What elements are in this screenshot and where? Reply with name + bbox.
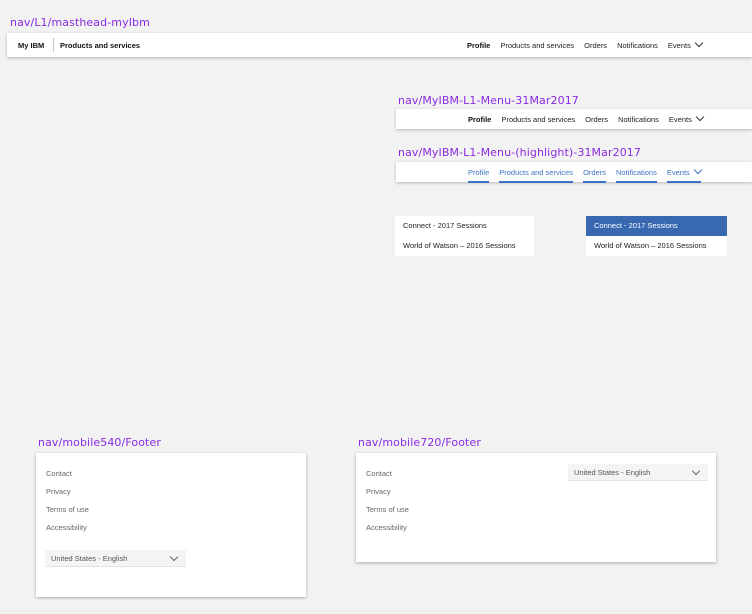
- footer-link-contact[interactable]: Contact: [366, 469, 392, 478]
- menu-item-products[interactable]: Products and services: [501, 115, 575, 124]
- l1-menu-highlight: Profile Products and services Orders Not…: [396, 162, 752, 183]
- footer-link-contact[interactable]: Contact: [46, 469, 72, 478]
- menu-item-events[interactable]: Events: [666, 165, 703, 183]
- footer540-caption: nav/mobile540/Footer: [38, 436, 161, 449]
- language-select-value: United States - English: [51, 554, 128, 563]
- dropdown-item-watson[interactable]: World of Watson – 2016 Sessions: [395, 236, 534, 256]
- menu-item-profile[interactable]: Profile: [467, 41, 490, 50]
- brand-divider: [53, 38, 54, 52]
- footer-link-privacy[interactable]: Privacy: [366, 487, 391, 496]
- chevron-down-icon: [695, 112, 705, 121]
- masthead-caption: nav/L1/masthead-myIbm: [10, 16, 150, 29]
- footer-link-terms[interactable]: Terms of use: [46, 505, 89, 514]
- language-select[interactable]: United States - English: [45, 550, 186, 567]
- menu-item-profile[interactable]: Profile: [468, 115, 491, 124]
- masthead-menu: Profile Products and services Orders Not…: [467, 33, 712, 57]
- menu-item-notifications[interactable]: Notifications: [617, 41, 658, 50]
- dropdown-item-connect[interactable]: Connect - 2017 Sessions: [586, 216, 727, 236]
- menu-item-events-label: Events: [667, 40, 691, 50]
- footer-mobile540: Contact Privacy Terms of use Accessibili…: [36, 453, 306, 597]
- dropdown-item-connect[interactable]: Connect - 2017 Sessions: [395, 216, 534, 236]
- footer-link-privacy[interactable]: Privacy: [46, 487, 71, 496]
- menu-item-notifications[interactable]: Notifications: [615, 168, 657, 183]
- menu-item-events-label: Events: [668, 114, 692, 124]
- footer-mobile720: Contact Privacy Terms of use Accessibili…: [356, 453, 716, 562]
- chevron-down-icon: [694, 38, 704, 47]
- footer-link-terms[interactable]: Terms of use: [366, 505, 409, 514]
- menu-item-products[interactable]: Products and services: [500, 41, 574, 50]
- menu-item-events[interactable]: Events: [668, 112, 705, 124]
- dropdown-item-watson[interactable]: World of Watson – 2016 Sessions: [586, 236, 727, 256]
- events-dropdown: Connect - 2017 Sessions World of Watson …: [395, 216, 534, 256]
- footer-link-accessibility[interactable]: Accessibility: [46, 523, 87, 532]
- footer-link-accessibility[interactable]: Accessibility: [366, 523, 407, 532]
- chevron-down-icon: [693, 165, 703, 174]
- l1-menu: Profile Products and services Orders Not…: [396, 109, 752, 129]
- menu-item-orders[interactable]: Orders: [584, 41, 607, 50]
- footer720-caption: nav/mobile720/Footer: [358, 436, 481, 449]
- chevron-down-icon: [691, 466, 701, 476]
- language-select[interactable]: United States - English: [568, 464, 708, 481]
- menu-item-products[interactable]: Products and services: [499, 168, 573, 183]
- menu-item-orders[interactable]: Orders: [583, 168, 606, 183]
- menu-item-notifications[interactable]: Notifications: [618, 115, 659, 124]
- language-select-value: United States - English: [574, 468, 651, 477]
- l1-menu-items: Profile Products and services Orders Not…: [468, 109, 713, 129]
- chevron-down-icon: [169, 552, 179, 562]
- l1-menu-highlight-items: Profile Products and services Orders Not…: [468, 162, 711, 183]
- masthead-product-link[interactable]: Products and services: [60, 41, 140, 50]
- masthead: My IBM Products and services Profile Pro…: [7, 33, 752, 57]
- menu-item-profile[interactable]: Profile: [468, 168, 490, 183]
- menu-item-events[interactable]: Events: [667, 38, 704, 50]
- brand-logo[interactable]: My IBM: [18, 41, 44, 50]
- menu-item-orders[interactable]: Orders: [585, 115, 608, 124]
- events-dropdown-active: Connect - 2017 Sessions World of Watson …: [586, 216, 727, 256]
- menu-caption: nav/MyIBM-L1-Menu-31Mar2017: [398, 94, 579, 107]
- menu-highlight-caption: nav/MyIBM-L1-Menu-(highlight)-31Mar2017: [398, 146, 642, 159]
- menu-item-events-label: Events: [666, 167, 690, 177]
